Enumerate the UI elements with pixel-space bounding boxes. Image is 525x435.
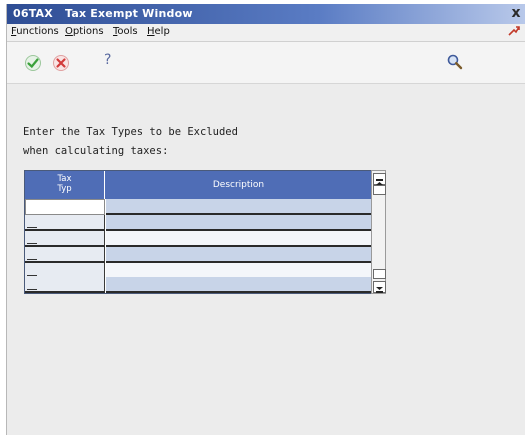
description-cell bbox=[106, 231, 371, 247]
scroll-bottom-button[interactable] bbox=[373, 281, 386, 293]
description-cell bbox=[106, 247, 371, 263]
menu-options[interactable]: Options bbox=[65, 26, 104, 37]
menu-functions[interactable]: Functions bbox=[11, 26, 59, 37]
title-bar: 06TAX Tax Exempt Window x bbox=[7, 4, 525, 24]
table-row[interactable] bbox=[25, 215, 371, 231]
underline-marker bbox=[27, 275, 37, 276]
checkmark-icon[interactable] bbox=[24, 54, 42, 72]
scroll-down-icon bbox=[376, 287, 383, 293]
table-row[interactable] bbox=[25, 199, 371, 215]
column-header-description[interactable]: Description bbox=[106, 171, 371, 199]
tax-type-cell[interactable] bbox=[25, 247, 105, 263]
toolbar: ? bbox=[7, 42, 525, 84]
table-row[interactable] bbox=[25, 247, 371, 263]
table-row[interactable] bbox=[25, 231, 371, 247]
scroll-up-button[interactable] bbox=[373, 185, 386, 195]
help-icon[interactable]: ? bbox=[104, 52, 111, 68]
prompt-line-1: Enter the Tax Types to be Excluded bbox=[23, 126, 238, 138]
menu-help[interactable]: Help bbox=[147, 26, 170, 37]
tax-exempt-window: 06TAX Tax Exempt Window x Functions Opti… bbox=[6, 4, 525, 435]
table-row[interactable] bbox=[25, 277, 371, 293]
column-header-tax-type-label: Tax Typ bbox=[57, 174, 72, 194]
tax-type-cell[interactable] bbox=[25, 215, 105, 231]
description-cell bbox=[106, 277, 371, 293]
grid-header: Tax Typ Description bbox=[25, 171, 371, 199]
description-cell bbox=[106, 199, 371, 215]
tax-type-cell[interactable] bbox=[25, 231, 105, 247]
prompt-line-2: when calculating taxes: bbox=[23, 145, 169, 157]
window-title: 06TAX Tax Exempt Window bbox=[13, 7, 193, 20]
menu-tools[interactable]: Tools bbox=[113, 26, 138, 37]
underline-marker bbox=[27, 243, 37, 244]
underline-marker bbox=[27, 227, 37, 228]
tax-type-cell[interactable] bbox=[25, 277, 105, 293]
scroll-down-button[interactable] bbox=[373, 269, 386, 279]
magnifier-icon[interactable] bbox=[446, 53, 464, 71]
description-cell bbox=[106, 215, 371, 231]
tax-type-grid: Tax Typ Description bbox=[24, 170, 372, 294]
tax-type-cell[interactable] bbox=[25, 199, 105, 215]
underline-marker bbox=[27, 289, 37, 290]
content-area: Enter the Tax Types to be Excluded when … bbox=[7, 84, 525, 435]
underline-marker bbox=[27, 259, 37, 260]
scroll-top-button[interactable] bbox=[373, 173, 386, 185]
menu-bar: Functions Options Tools Help bbox=[7, 24, 525, 42]
exit-arrow-icon[interactable] bbox=[506, 24, 522, 40]
close-icon[interactable]: x bbox=[508, 5, 524, 22]
column-header-tax-type[interactable]: Tax Typ bbox=[25, 171, 105, 199]
cancel-x-icon[interactable] bbox=[52, 54, 70, 72]
grid-vertical-scrollbar[interactable] bbox=[371, 170, 386, 294]
